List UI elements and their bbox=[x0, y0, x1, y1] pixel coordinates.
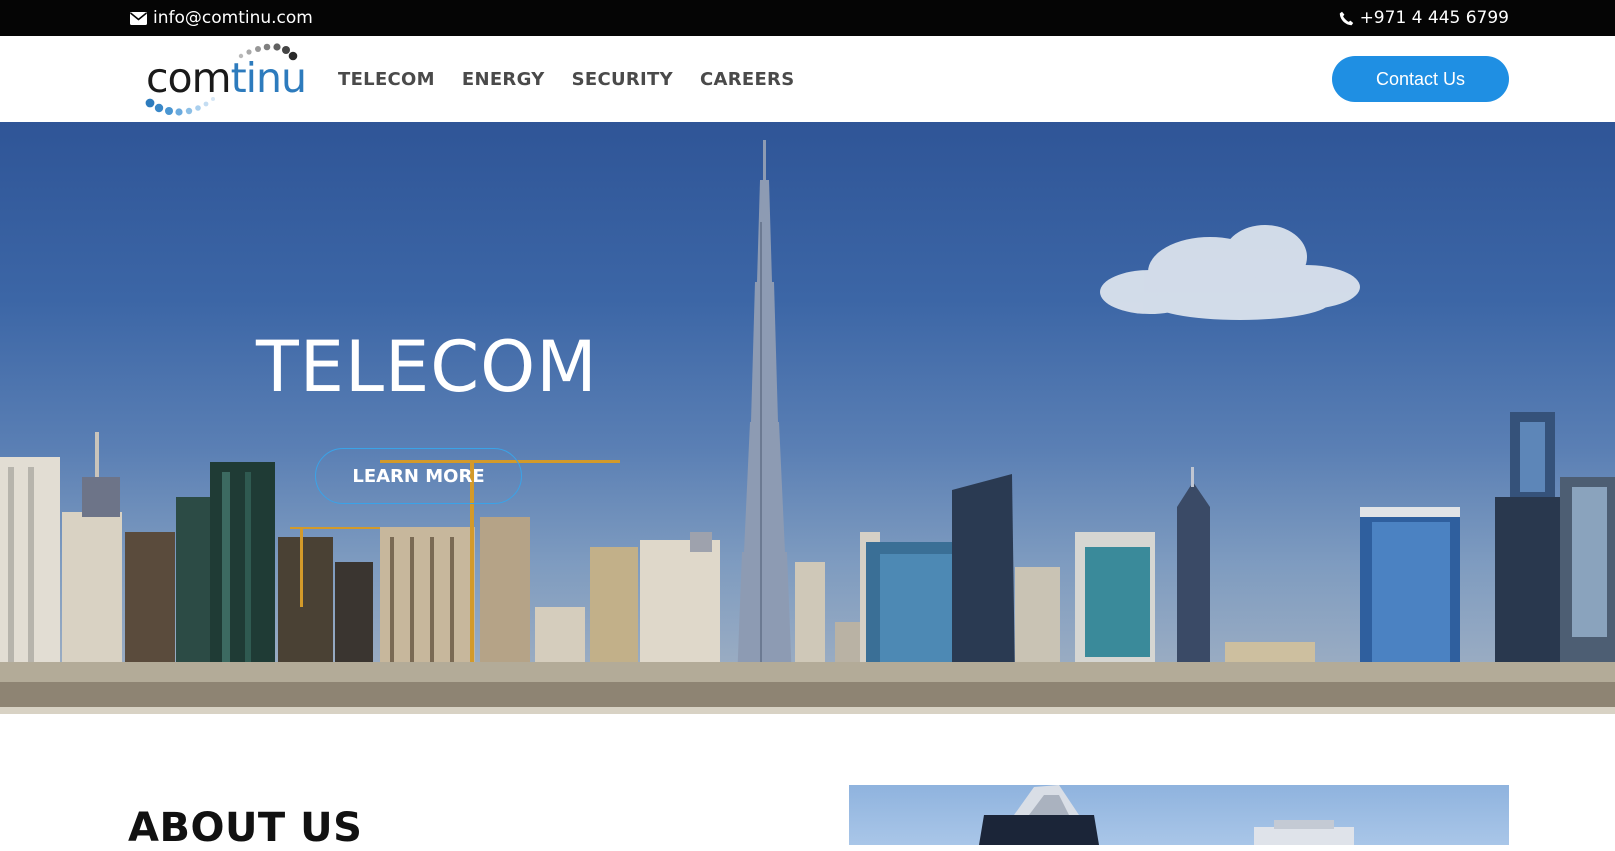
comtinu-logo[interactable]: comtinu bbox=[144, 42, 312, 118]
logo-wordmark: comtinu bbox=[146, 58, 307, 99]
nav-telecom[interactable]: TELECOM bbox=[338, 69, 435, 90]
envelope-icon bbox=[130, 11, 147, 25]
top-email-text[interactable]: info@comtinu.com bbox=[153, 8, 313, 28]
tower-shape bbox=[737, 140, 792, 682]
contact-us-button[interactable]: Contact Us bbox=[1332, 56, 1509, 102]
logo-text-com: com bbox=[146, 54, 232, 102]
top-phone[interactable]: +971 4 445 6799 bbox=[1339, 0, 1509, 36]
hero-banner: TELECOM LEARN MORE bbox=[0, 122, 1615, 714]
nav-energy[interactable]: ENERGY bbox=[462, 69, 545, 90]
logo-text-tinu: tinu bbox=[230, 54, 307, 102]
phone-icon bbox=[1339, 11, 1354, 26]
top-email[interactable]: info@comtinu.com bbox=[130, 0, 313, 36]
nav-careers[interactable]: CAREERS bbox=[700, 69, 795, 90]
city-skyline-image bbox=[0, 140, 1615, 714]
about-us-heading: ABOUT US bbox=[128, 805, 363, 851]
building-photo-image bbox=[979, 785, 1354, 845]
cloud-shape bbox=[1100, 225, 1360, 320]
top-phone-text[interactable]: +971 4 445 6799 bbox=[1360, 8, 1509, 28]
about-building-image bbox=[849, 785, 1509, 845]
nav-security[interactable]: SECURITY bbox=[572, 69, 673, 90]
main-nav: TELECOM ENERGY SECURITY CAREERS bbox=[338, 36, 795, 122]
site-header: comtinu TELECOM ENERGY SECURITY CAREERS … bbox=[0, 36, 1615, 122]
learn-more-button[interactable]: LEARN MORE bbox=[315, 448, 522, 504]
top-bar: info@comtinu.com +971 4 445 6799 bbox=[0, 0, 1615, 36]
hero-title: TELECOM bbox=[256, 326, 598, 408]
